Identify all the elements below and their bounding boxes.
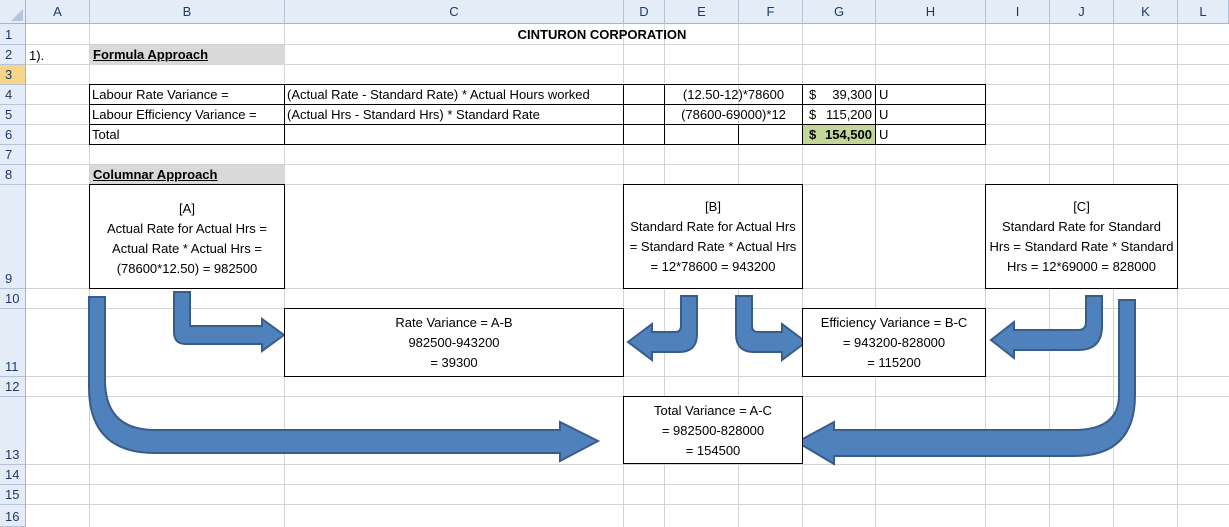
- box-a-line4: (78600*12.50) = 982500: [116, 261, 258, 276]
- box-b-line3: = Standard Rate * Actual Hrs: [629, 239, 797, 254]
- total-variance-line2: = 982500-828000: [661, 423, 765, 438]
- efficiency-variance-line1: Efficiency Variance = B-C: [820, 315, 968, 330]
- box-a-actual-rate[interactable]: [A] Actual Rate for Actual Hrs = Actual …: [89, 184, 285, 289]
- box-a-line2: Actual Rate for Actual Hrs =: [106, 221, 268, 236]
- box-c-line4: Hrs = 12*69000 = 828000: [1007, 259, 1156, 274]
- total-variance-line3: = 154500: [685, 443, 741, 458]
- box-c-standard-rate-standard-hrs[interactable]: [C] Standard Rate for Standard Hrs = Sta…: [985, 184, 1178, 289]
- box-a-line1: [A]: [179, 201, 195, 216]
- arrow-a-to-rate-variance: [173, 291, 286, 353]
- arrow-c-to-efficiency-variance: [989, 295, 1103, 361]
- efficiency-variance-box[interactable]: Efficiency Variance = B-C = 943200-82800…: [802, 308, 986, 377]
- box-a-line3: Actual Rate * Actual Hrs =: [112, 241, 262, 256]
- total-variance-line1: Total Variance = A-C: [654, 403, 772, 418]
- box-c-line3: Hrs = Standard Rate * Standard: [989, 239, 1174, 254]
- box-b-standard-rate-actual-hrs[interactable]: [B] Standard Rate for Actual Hrs = Stand…: [623, 184, 803, 289]
- rate-variance-box[interactable]: Rate Variance = A-B 982500-943200 = 3930…: [284, 308, 624, 377]
- arrow-b-to-efficiency-variance: [735, 295, 808, 362]
- total-variance-box[interactable]: Total Variance = A-C = 982500-828000 = 1…: [623, 396, 803, 464]
- rate-variance-line1: Rate Variance = A-B: [395, 315, 513, 330]
- rate-variance-line2: 982500-943200: [408, 335, 500, 350]
- efficiency-variance-line2: = 943200-828000: [842, 335, 946, 350]
- arrow-b-to-rate-variance: [626, 295, 698, 362]
- efficiency-variance-line3: = 115200: [867, 355, 921, 370]
- rate-variance-line3: = 39300: [430, 355, 478, 370]
- box-b-line4: = 12*78600 = 943200: [650, 259, 776, 274]
- box-b-line1: [B]: [705, 199, 721, 214]
- box-c-line2: Standard Rate for Standard: [1002, 219, 1161, 234]
- box-c-line1: [C]: [1073, 199, 1090, 214]
- box-b-line2: Standard Rate for Actual Hrs: [630, 219, 796, 234]
